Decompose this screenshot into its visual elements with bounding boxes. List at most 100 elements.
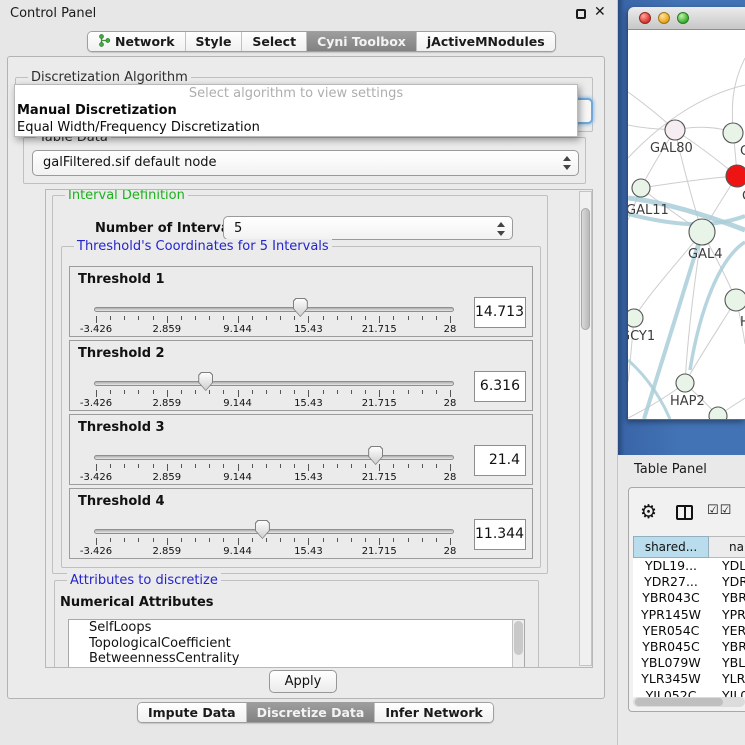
tick-mark — [337, 464, 338, 468]
column-header-name[interactable]: na — [709, 536, 745, 558]
gear-icon[interactable]: ⚙ — [640, 501, 657, 523]
tab-label: Select — [252, 34, 296, 49]
threshold-3-slider-track[interactable] — [94, 455, 454, 460]
threshold-1-slider-track[interactable] — [94, 307, 454, 312]
list-scrollbar[interactable] — [512, 620, 524, 668]
attribute-item-betweennesscentrality[interactable]: BetweennessCentrality — [69, 651, 524, 667]
table-row[interactable]: YPR145WYPR1 — [633, 607, 745, 623]
table-data-combobox[interactable]: galFiltered.sif default node — [32, 150, 579, 176]
table-row[interactable]: YBR043CYBR0 — [633, 590, 745, 606]
table-row[interactable]: YER054CYER0 — [633, 623, 745, 639]
tab-jactivemnodules[interactable]: jActiveMNodules — [416, 32, 555, 51]
thresholds-group: Threshold's Coordinates for 5 Intervals … — [61, 246, 541, 568]
threshold-2-value-input[interactable]: 6.316 — [474, 371, 526, 402]
close-window-icon[interactable] — [639, 12, 651, 24]
attribute-item-selfloops[interactable]: SelfLoops — [69, 620, 524, 636]
tick-mark — [365, 464, 366, 468]
tab-label: Network — [115, 34, 175, 49]
tick-mark — [323, 538, 324, 542]
tick-mark — [379, 464, 380, 471]
table-row[interactable]: YIL052CYIL0 — [633, 688, 745, 698]
network-canvas[interactable]: GAL80GCGAL11GAL4GCY1HHAP2 — [628, 30, 745, 419]
network-window-titlebar[interactable] — [628, 7, 745, 30]
column-header-shared-name[interactable]: shared... — [633, 536, 709, 558]
tab-select[interactable]: Select — [241, 32, 306, 51]
column-split-icon[interactable] — [676, 505, 693, 520]
attribute-item-topologicalcoefficient[interactable]: TopologicalCoefficient — [69, 636, 524, 652]
network-edge-highlighted[interactable] — [628, 360, 670, 419]
network-node-gcy1[interactable] — [628, 309, 643, 327]
table-panel-title: Table Panel — [634, 462, 707, 477]
threshold-3-slider-thumb[interactable] — [368, 446, 383, 465]
tick-mark — [408, 538, 409, 542]
tab-label: jActiveMNodules — [427, 34, 545, 49]
tick-label: 2.859 — [145, 472, 189, 483]
network-node-gal4[interactable] — [689, 219, 715, 245]
tab-cyni-toolbox[interactable]: Cyni Toolbox — [306, 32, 416, 51]
tick-mark — [96, 316, 97, 323]
threshold-2-slider-thumb[interactable] — [198, 372, 213, 391]
tick-label: 2.859 — [145, 324, 189, 335]
tick-label: 28 — [428, 472, 472, 483]
interval-definition-group: Interval Definition Number of Intervals … — [52, 195, 548, 574]
tick-mark — [450, 390, 451, 397]
tick-mark — [308, 316, 309, 323]
network-node-g[interactable] — [723, 123, 743, 143]
close-icon[interactable]: ✕ — [594, 4, 606, 20]
table-row[interactable]: YDL19...YDL1 — [633, 558, 745, 574]
network-node-gal11[interactable] — [632, 179, 650, 197]
popup-item-equal-width-frequency[interactable]: Equal Width/Frequency Discretization — [15, 119, 577, 136]
network-edge[interactable] — [685, 300, 736, 383]
tab-infer-network[interactable]: Infer Network — [374, 703, 493, 722]
minimize-window-icon[interactable] — [658, 12, 670, 24]
network-edge[interactable] — [732, 58, 745, 133]
checkbox-icons[interactable]: ☑☑ — [707, 503, 732, 518]
tab-network[interactable]: Network — [88, 32, 185, 51]
tick-mark — [138, 316, 139, 320]
top-tab-bar: Network Style Select Cyni Toolbox jActiveMNo… — [87, 31, 556, 52]
zoom-window-icon[interactable] — [677, 12, 689, 24]
group-title: Discretization Algorithm — [28, 70, 191, 85]
table-row[interactable]: YBL079WYBL0 — [633, 655, 745, 671]
threshold-1-value-input[interactable]: 14.713 — [474, 297, 526, 328]
tick-mark — [153, 538, 154, 542]
table-row[interactable]: YDR27...YDR2 — [633, 574, 745, 590]
cyni-toolbox-panel: Discretization Algorithm Select algorith… — [7, 56, 605, 699]
network-node-gal80[interactable] — [665, 120, 685, 140]
tick-mark — [181, 538, 182, 542]
tab-impute-data[interactable]: Impute Data — [138, 703, 246, 722]
settings-scrollbar[interactable] — [579, 191, 592, 666]
tick-mark — [181, 316, 182, 320]
network-edge[interactable] — [628, 318, 634, 382]
table-row[interactable]: YLR345WYLR3 — [633, 671, 745, 687]
tab-discretize-data[interactable]: Discretize Data — [246, 703, 375, 722]
tick-mark — [167, 316, 168, 323]
hscrollbar-thumb[interactable] — [635, 698, 723, 706]
tick-mark — [266, 390, 267, 394]
network-node-c[interactable] — [726, 165, 745, 187]
table-row[interactable]: YBR045CYBR0 — [633, 639, 745, 655]
tick-mark — [379, 538, 380, 545]
apply-button[interactable]: Apply — [269, 670, 337, 693]
threshold-1-slider-thumb[interactable] — [293, 298, 308, 317]
tick-mark — [96, 390, 97, 397]
float-panel-icon[interactable] — [576, 9, 586, 19]
network-node-hap2[interactable] — [676, 374, 694, 392]
number-of-intervals-spinner[interactable]: 5 — [223, 216, 513, 240]
popup-item-manual-discretization[interactable]: Manual Discretization — [15, 102, 577, 119]
tick-mark — [167, 464, 168, 471]
threshold-3-value-input[interactable]: 21.4 — [474, 445, 526, 476]
scrollbar-thumb[interactable] — [581, 208, 590, 330]
threshold-2-slider-track[interactable] — [94, 381, 454, 386]
cell-name: YPR1 — [709, 607, 745, 623]
tab-style[interactable]: Style — [185, 32, 242, 51]
table-hscrollbar[interactable] — [633, 697, 745, 707]
threshold-4-slider-track[interactable] — [94, 529, 454, 534]
tick-label: -3.426 — [74, 546, 118, 557]
threshold-4-value-input[interactable]: 11.344 — [474, 519, 526, 550]
tick-mark — [252, 316, 253, 320]
tick-label: 15.43 — [286, 472, 330, 483]
network-node-h[interactable] — [725, 289, 745, 311]
tick-label: -3.426 — [74, 324, 118, 335]
threshold-4-slider-thumb[interactable] — [255, 520, 270, 539]
